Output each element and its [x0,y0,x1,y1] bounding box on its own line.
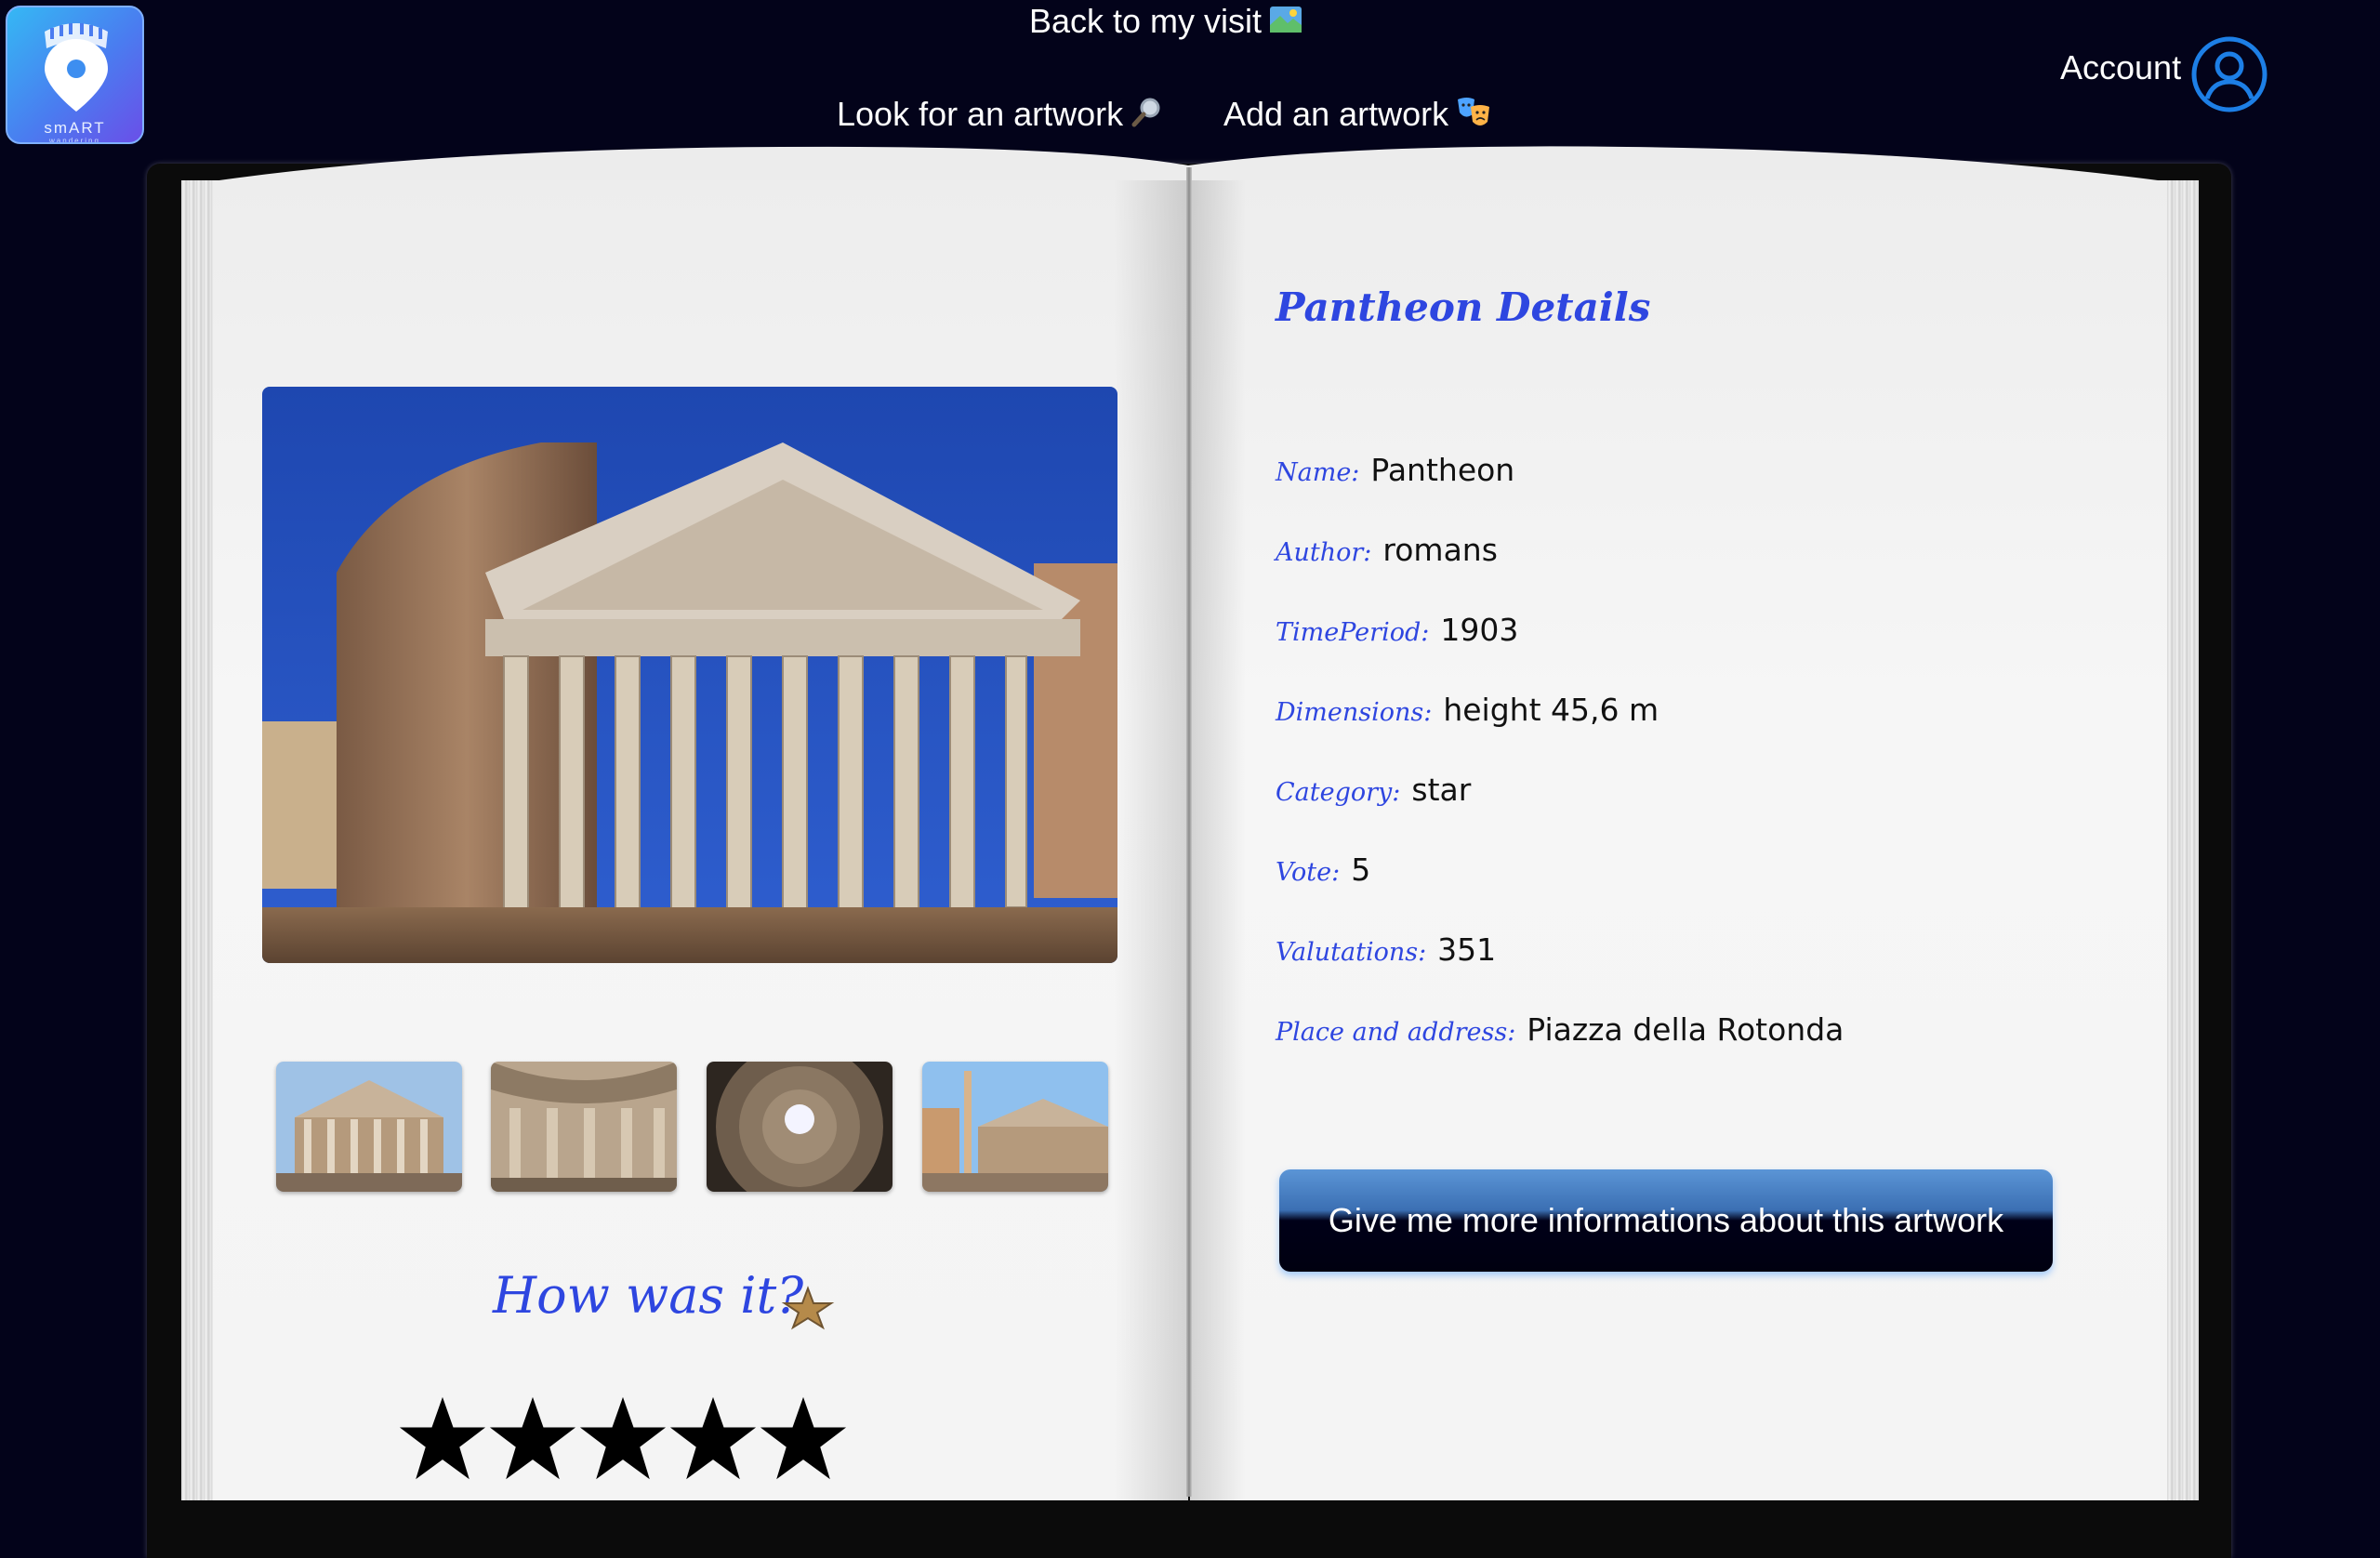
book-right-page [1190,180,2199,1500]
detail-row-time-period: TimePeriod: 1903 [1276,612,1518,648]
logo-subtext: wandering [49,137,100,144]
star-icon [781,1286,835,1330]
detail-row-vote: Vote: 5 [1276,852,1370,888]
map-icon [1269,4,1302,43]
detail-value: 1903 [1440,612,1519,648]
detail-row-valutations: Valutations: 351 [1276,931,1496,968]
detail-row-dimensions: Dimensions: height 45,6 m [1276,692,1659,728]
rating-prompt: How was it? [493,1266,804,1325]
detail-key: Category: [1276,778,1401,807]
detail-value: star [1411,772,1472,808]
star-rating[interactable] [398,1394,849,1487]
user-circle-icon[interactable] [2190,35,2268,113]
detail-row-author: Author: romans [1276,532,1498,568]
detail-row-name: Name: Pantheon [1276,452,1514,488]
pantheon-main-photo [262,387,1117,963]
right-page-edge [2167,180,2199,1500]
detail-value: height 45,6 m [1443,692,1659,728]
rating-star-3-icon[interactable] [578,1394,668,1484]
detail-value: 351 [1437,931,1497,968]
detail-value: romans [1382,532,1498,568]
detail-key: Vote: [1276,858,1341,887]
pantheon-front-thumbnail[interactable] [276,1062,462,1192]
detail-row-place-address: Place and address: Piazza della Rotonda [1276,1011,1844,1048]
detail-key: Author: [1276,538,1372,567]
account-label[interactable]: Account [2060,48,2181,87]
left-page-edge [181,180,213,1500]
more-info-button[interactable]: Give me more informations about this art… [1279,1169,2053,1272]
pantheon-interior-thumbnail[interactable] [491,1062,677,1192]
detail-value: Pantheon [1370,452,1515,488]
detail-key: Place and address: [1276,1018,1516,1047]
detail-key: Dimensions: [1276,698,1433,727]
book-spine [1186,167,1192,1497]
details-title: Pantheon Details [1276,284,1651,330]
app-logo[interactable]: smART wandering [6,6,144,144]
detail-value: 5 [1351,852,1371,888]
detail-row-category: Category: star [1276,772,1471,808]
detail-key: Name: [1276,458,1360,487]
rating-star-2-icon[interactable] [488,1394,577,1484]
pantheon-piazza-obelisk-thumbnail[interactable] [922,1062,1108,1192]
pantheon-dome-oculus-thumbnail[interactable] [707,1062,892,1192]
look-for-artwork-label: Look for an artwork [837,95,1124,133]
detail-key: Valutations: [1276,938,1427,967]
rating-star-1-icon[interactable] [398,1394,487,1484]
rating-star-4-icon[interactable] [668,1394,758,1484]
add-artwork-label: Add an artwork [1223,95,1449,133]
detail-value: Piazza della Rotonda [1527,1011,1844,1048]
back-to-visit-link[interactable]: Back to my visit [1029,2,1302,43]
rating-star-5-icon[interactable] [759,1394,848,1484]
detail-key: TimePeriod: [1276,618,1430,647]
back-to-visit-label: Back to my visit [1029,2,1263,40]
logo-text: smART [44,119,106,137]
